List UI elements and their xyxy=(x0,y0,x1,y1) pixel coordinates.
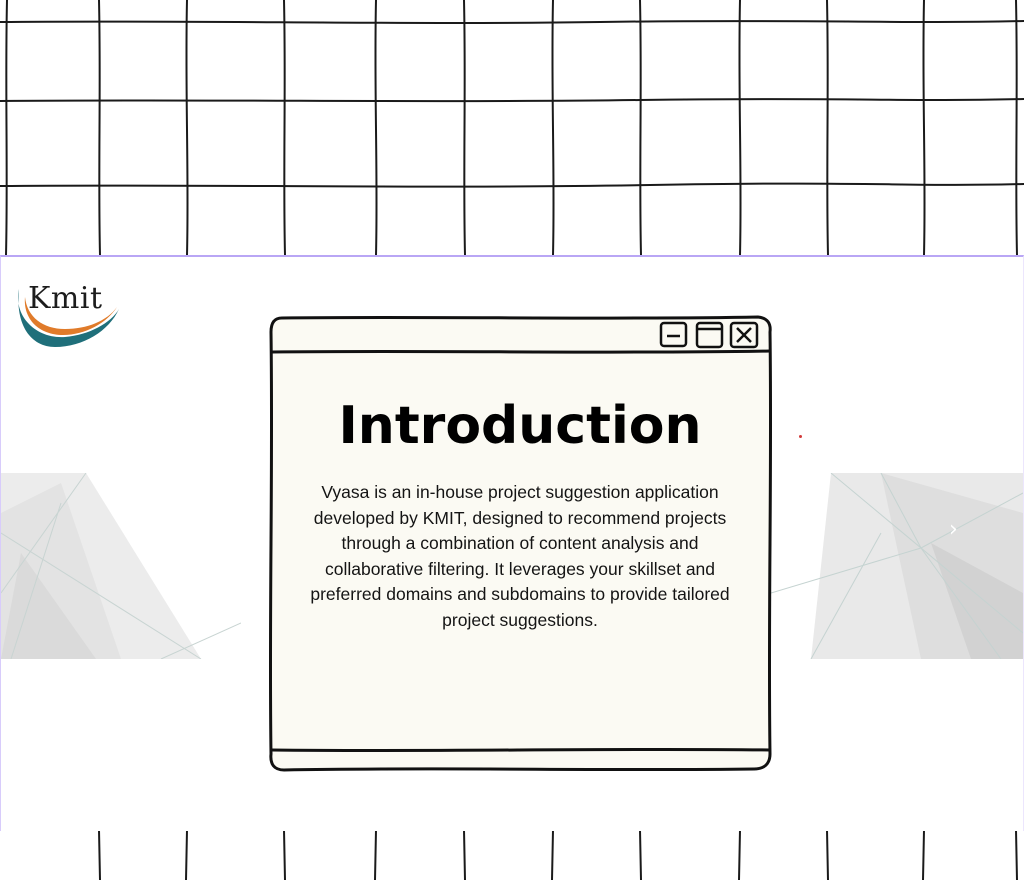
intro-window: Introduction Vyasa is an in-house projec… xyxy=(268,314,772,772)
window-title: Introduction xyxy=(338,396,702,456)
marker-dot xyxy=(799,435,802,438)
chevron-right-icon[interactable]: › xyxy=(949,517,958,542)
logo-text: Kmit xyxy=(28,281,103,316)
decorative-polygon-left xyxy=(1,473,241,659)
decorative-polygon-right xyxy=(771,473,1023,659)
window-body-text: Vyasa is an in-house project suggestion … xyxy=(310,482,730,630)
